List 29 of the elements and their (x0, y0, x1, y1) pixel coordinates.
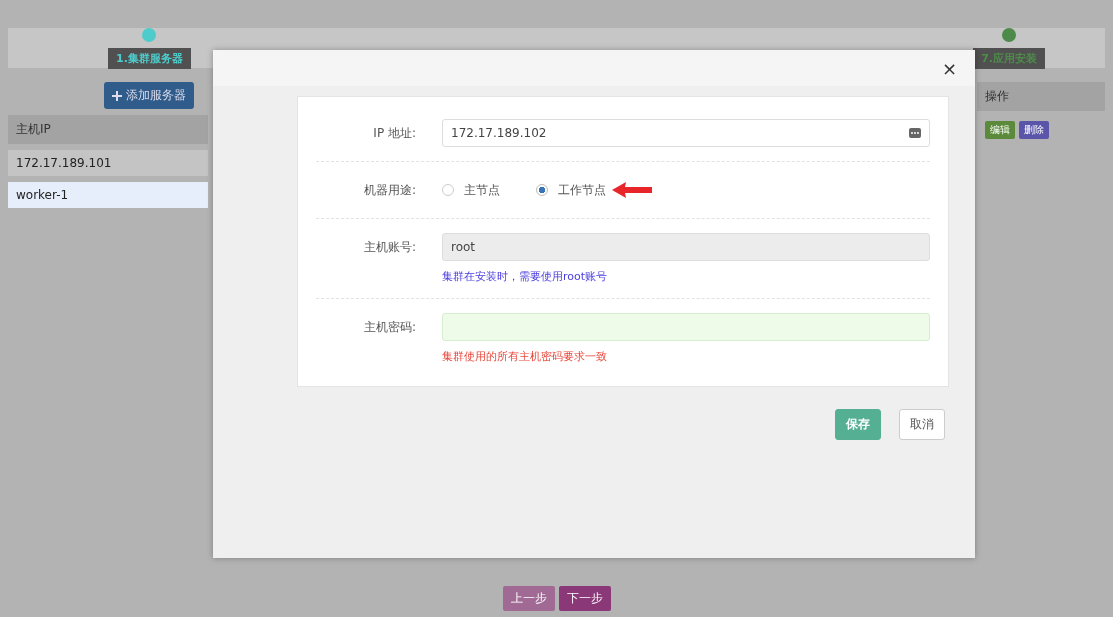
table-row[interactable]: 172.17.189.101 (8, 150, 208, 176)
field-label: 机器用途: (362, 182, 417, 199)
add-server-button[interactable]: 添加服务器 (104, 82, 194, 109)
table-cell: 172.17.189.101 (16, 156, 112, 170)
table-row[interactable]: worker-1 (8, 182, 208, 208)
radio-button[interactable] (536, 184, 548, 196)
password-field[interactable] (442, 313, 930, 341)
hint-text: 集群使用的所有主机密码要求一致 (442, 349, 608, 364)
field-label: 主机密码: (362, 319, 417, 336)
radio-button[interactable] (442, 184, 454, 196)
arrow-icon (612, 182, 652, 198)
delete-button[interactable]: 删除 (1019, 121, 1049, 139)
plus-icon (112, 90, 122, 101)
hint-text: 集群在安装时，需要使用root账号 (442, 269, 609, 284)
column-header: 主机IP (8, 115, 208, 144)
field-label: IP 地址: (372, 125, 417, 142)
previous-button[interactable]: 上一步 (502, 586, 555, 611)
input-field[interactable]: 172.17.189.102 (442, 119, 930, 147)
next-button[interactable]: 下一步 (558, 586, 611, 611)
step-label[interactable]: 1.集群服务器 (108, 47, 191, 69)
table-cell: worker-1 (16, 188, 69, 202)
radio-label: 主节点 (464, 181, 500, 199)
close-button[interactable]: × (937, 57, 961, 79)
cancel-button[interactable]: 取消 (899, 409, 945, 440)
column-header: 操作 (977, 82, 1105, 111)
edit-button[interactable]: 编辑 (985, 121, 1015, 139)
radio-label: 工作节点 (558, 181, 606, 199)
dots-icon[interactable] (909, 128, 921, 138)
field-label: 主机账号: (362, 239, 417, 256)
